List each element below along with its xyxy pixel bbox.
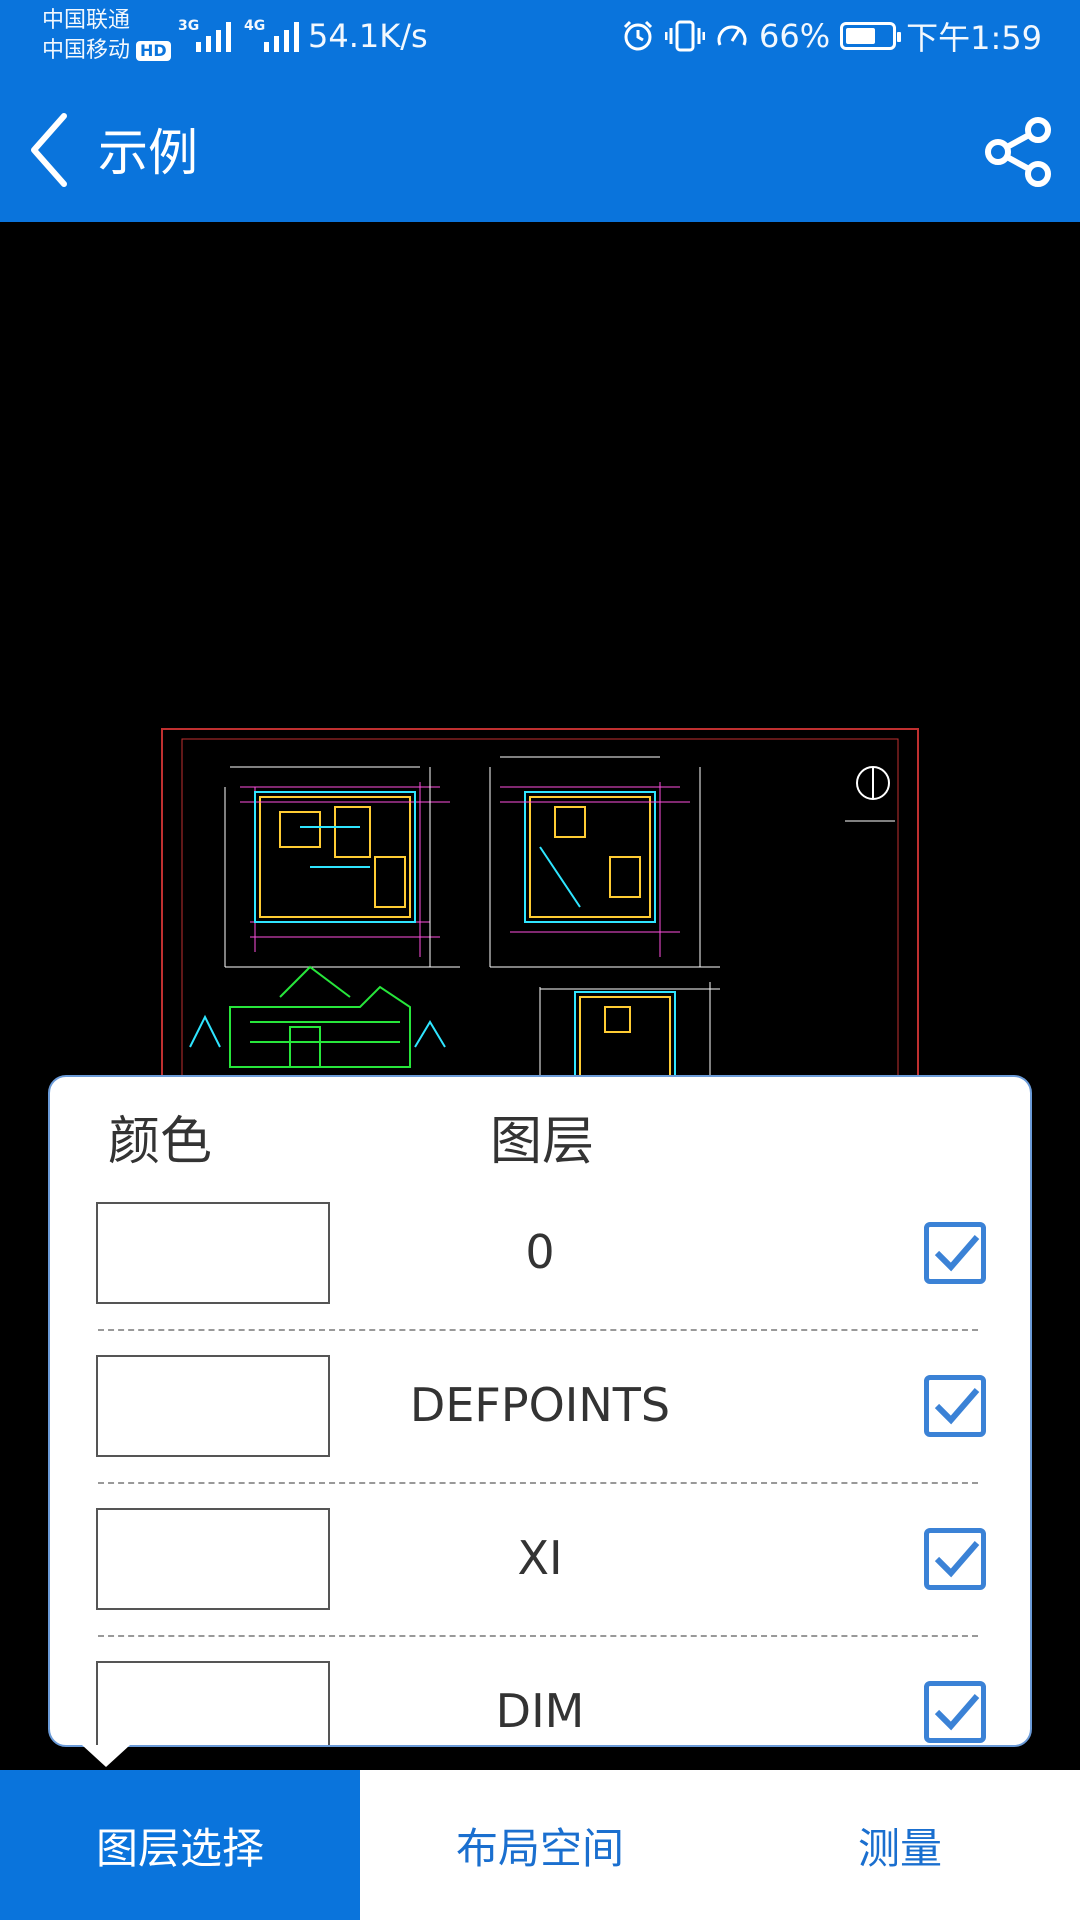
- status-bar: 中国联通 中国移动 HD 3G 4G 54.1K/s 66% 下午1:59: [0, 0, 1080, 80]
- layer-visibility-checkbox[interactable]: [924, 1375, 986, 1437]
- layer-name: DEFPOINTS: [409, 1378, 671, 1432]
- vibrate-icon: [665, 20, 705, 52]
- row-divider: [98, 1482, 978, 1484]
- app-bar: 示例: [0, 80, 1080, 222]
- column-header-color: 颜色: [108, 1112, 213, 1172]
- carrier-1: 中国联通: [42, 8, 131, 33]
- layer-name: 0: [525, 1225, 555, 1279]
- layer-row[interactable]: DEFPOINTS: [50, 1355, 1030, 1508]
- page-title: 示例: [98, 124, 198, 182]
- layer-list[interactable]: 0 DEFPOINTS XI DIM: [50, 1202, 1030, 1745]
- layer-name: XI: [517, 1531, 563, 1585]
- layer-row[interactable]: 0: [50, 1202, 1030, 1355]
- layer-row[interactable]: DIM: [50, 1661, 1030, 1745]
- alarm-icon: [623, 20, 653, 51]
- column-header-layer: 图层: [490, 1112, 595, 1172]
- bottom-nav: 图层选择 布局空间 测量: [0, 1770, 1080, 1920]
- checkmark-icon: [934, 1541, 980, 1578]
- signal-strength-icon: [264, 22, 299, 52]
- signal-strength-icon: [196, 22, 231, 52]
- tab-layer-select[interactable]: 图层选择: [0, 1770, 360, 1920]
- tab-layout-space[interactable]: 布局空间: [360, 1770, 720, 1920]
- clock: 下午1:59: [906, 19, 1042, 57]
- row-divider: [98, 1635, 978, 1637]
- layer-selection-panel: 颜色 图层 0 DEFPOINTS XI DIM: [48, 1075, 1032, 1747]
- checkmark-icon: [934, 1388, 980, 1425]
- share-icon[interactable]: [980, 114, 1056, 190]
- layer-visibility-checkbox[interactable]: [924, 1222, 986, 1284]
- layer-visibility-checkbox[interactable]: [924, 1681, 986, 1743]
- carrier-info: 中国联通 中国移动 HD: [42, 6, 171, 66]
- layer-row[interactable]: XI: [50, 1508, 1030, 1661]
- battery-level: [846, 28, 876, 44]
- layer-visibility-checkbox[interactable]: [924, 1528, 986, 1590]
- popup-pointer: [82, 1745, 130, 1767]
- network-speed: 54.1K/s: [308, 17, 428, 55]
- row-divider: [98, 1329, 978, 1331]
- battery-percent: 66%: [759, 17, 831, 55]
- chevron-left-icon[interactable]: [24, 108, 74, 192]
- speed-gauge-icon: [717, 25, 747, 46]
- battery-icon: [840, 22, 902, 50]
- hd-badge: HD: [136, 41, 171, 61]
- status-right: 66% 下午1:59: [621, 14, 1042, 58]
- checkmark-icon: [934, 1235, 980, 1272]
- checkmark-icon: [934, 1694, 980, 1731]
- tab-measure[interactable]: 测量: [720, 1770, 1080, 1920]
- carrier-2: 中国移动: [42, 38, 131, 63]
- header: 中国联通 中国移动 HD 3G 4G 54.1K/s 66% 下午1:59 示例: [0, 0, 1080, 222]
- layer-name: DIM: [495, 1684, 585, 1738]
